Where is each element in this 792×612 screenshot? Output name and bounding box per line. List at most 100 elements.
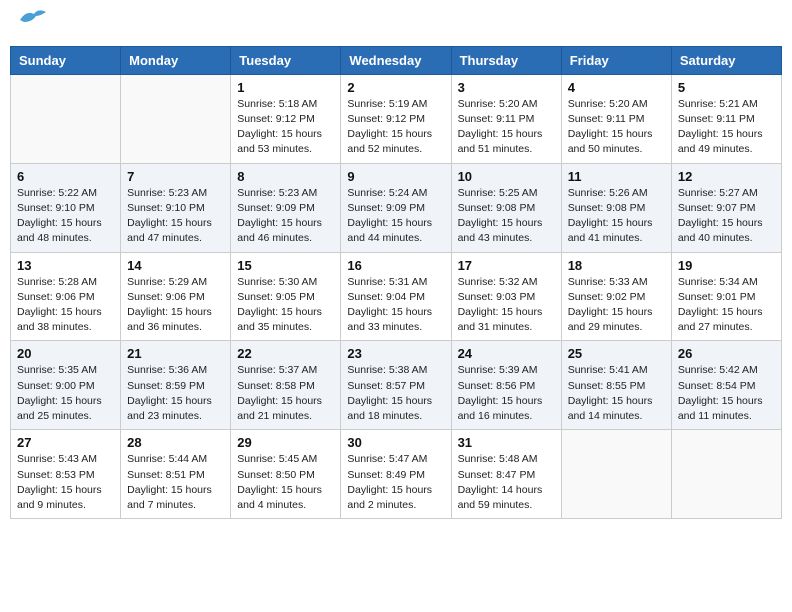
day-detail: Sunrise: 5:35 AMSunset: 9:00 PMDaylight:… (17, 364, 102, 422)
weekday-header-monday: Monday (121, 46, 231, 74)
calendar-cell: 29 Sunrise: 5:45 AMSunset: 8:50 PMDaylig… (231, 430, 341, 519)
day-detail: Sunrise: 5:38 AMSunset: 8:57 PMDaylight:… (347, 364, 432, 422)
day-detail: Sunrise: 5:39 AMSunset: 8:56 PMDaylight:… (458, 364, 543, 422)
calendar-week-row: 13 Sunrise: 5:28 AMSunset: 9:06 PMDaylig… (11, 252, 782, 341)
weekday-header-friday: Friday (561, 46, 671, 74)
day-detail: Sunrise: 5:25 AMSunset: 9:08 PMDaylight:… (458, 187, 543, 245)
day-detail: Sunrise: 5:21 AMSunset: 9:11 PMDaylight:… (678, 98, 763, 156)
day-number: 15 (237, 258, 334, 273)
day-detail: Sunrise: 5:27 AMSunset: 9:07 PMDaylight:… (678, 187, 763, 245)
calendar-cell: 22 Sunrise: 5:37 AMSunset: 8:58 PMDaylig… (231, 341, 341, 430)
day-detail: Sunrise: 5:37 AMSunset: 8:58 PMDaylight:… (237, 364, 322, 422)
day-detail: Sunrise: 5:29 AMSunset: 9:06 PMDaylight:… (127, 276, 212, 334)
day-detail: Sunrise: 5:20 AMSunset: 9:11 PMDaylight:… (458, 98, 543, 156)
calendar-cell: 7 Sunrise: 5:23 AMSunset: 9:10 PMDayligh… (121, 163, 231, 252)
calendar-cell: 6 Sunrise: 5:22 AMSunset: 9:10 PMDayligh… (11, 163, 121, 252)
calendar-cell (561, 430, 671, 519)
day-detail: Sunrise: 5:45 AMSunset: 8:50 PMDaylight:… (237, 453, 322, 511)
day-number: 18 (568, 258, 665, 273)
day-number: 25 (568, 346, 665, 361)
day-number: 8 (237, 169, 334, 184)
calendar-cell: 11 Sunrise: 5:26 AMSunset: 9:08 PMDaylig… (561, 163, 671, 252)
weekday-header-tuesday: Tuesday (231, 46, 341, 74)
weekday-header-thursday: Thursday (451, 46, 561, 74)
day-detail: Sunrise: 5:36 AMSunset: 8:59 PMDaylight:… (127, 364, 212, 422)
calendar-cell: 12 Sunrise: 5:27 AMSunset: 9:07 PMDaylig… (671, 163, 781, 252)
calendar-cell: 13 Sunrise: 5:28 AMSunset: 9:06 PMDaylig… (11, 252, 121, 341)
calendar-cell: 10 Sunrise: 5:25 AMSunset: 9:08 PMDaylig… (451, 163, 561, 252)
calendar-header-row: SundayMondayTuesdayWednesdayThursdayFrid… (11, 46, 782, 74)
day-number: 17 (458, 258, 555, 273)
logo-bird-icon (18, 8, 48, 30)
day-detail: Sunrise: 5:43 AMSunset: 8:53 PMDaylight:… (17, 453, 102, 511)
calendar-cell: 16 Sunrise: 5:31 AMSunset: 9:04 PMDaylig… (341, 252, 451, 341)
day-detail: Sunrise: 5:47 AMSunset: 8:49 PMDaylight:… (347, 453, 432, 511)
calendar-cell: 20 Sunrise: 5:35 AMSunset: 9:00 PMDaylig… (11, 341, 121, 430)
day-number: 14 (127, 258, 224, 273)
day-detail: Sunrise: 5:33 AMSunset: 9:02 PMDaylight:… (568, 276, 653, 334)
calendar-cell: 15 Sunrise: 5:30 AMSunset: 9:05 PMDaylig… (231, 252, 341, 341)
day-number: 27 (17, 435, 114, 450)
calendar-cell: 24 Sunrise: 5:39 AMSunset: 8:56 PMDaylig… (451, 341, 561, 430)
calendar-cell (11, 74, 121, 163)
calendar-week-row: 20 Sunrise: 5:35 AMSunset: 9:00 PMDaylig… (11, 341, 782, 430)
day-number: 28 (127, 435, 224, 450)
calendar-cell: 28 Sunrise: 5:44 AMSunset: 8:51 PMDaylig… (121, 430, 231, 519)
calendar-cell: 19 Sunrise: 5:34 AMSunset: 9:01 PMDaylig… (671, 252, 781, 341)
calendar-cell (121, 74, 231, 163)
calendar-cell: 4 Sunrise: 5:20 AMSunset: 9:11 PMDayligh… (561, 74, 671, 163)
day-number: 30 (347, 435, 444, 450)
day-detail: Sunrise: 5:30 AMSunset: 9:05 PMDaylight:… (237, 276, 322, 334)
calendar-table: SundayMondayTuesdayWednesdayThursdayFrid… (10, 46, 782, 519)
calendar-week-row: 1 Sunrise: 5:18 AMSunset: 9:12 PMDayligh… (11, 74, 782, 163)
day-detail: Sunrise: 5:44 AMSunset: 8:51 PMDaylight:… (127, 453, 212, 511)
day-detail: Sunrise: 5:23 AMSunset: 9:10 PMDaylight:… (127, 187, 212, 245)
calendar-cell: 26 Sunrise: 5:42 AMSunset: 8:54 PMDaylig… (671, 341, 781, 430)
day-number: 3 (458, 80, 555, 95)
weekday-header-sunday: Sunday (11, 46, 121, 74)
calendar-cell (671, 430, 781, 519)
calendar-cell: 5 Sunrise: 5:21 AMSunset: 9:11 PMDayligh… (671, 74, 781, 163)
calendar-cell: 14 Sunrise: 5:29 AMSunset: 9:06 PMDaylig… (121, 252, 231, 341)
day-number: 13 (17, 258, 114, 273)
day-detail: Sunrise: 5:24 AMSunset: 9:09 PMDaylight:… (347, 187, 432, 245)
day-number: 19 (678, 258, 775, 273)
day-number: 4 (568, 80, 665, 95)
day-detail: Sunrise: 5:19 AMSunset: 9:12 PMDaylight:… (347, 98, 432, 156)
day-detail: Sunrise: 5:23 AMSunset: 9:09 PMDaylight:… (237, 187, 322, 245)
day-detail: Sunrise: 5:32 AMSunset: 9:03 PMDaylight:… (458, 276, 543, 334)
day-number: 24 (458, 346, 555, 361)
calendar-cell: 8 Sunrise: 5:23 AMSunset: 9:09 PMDayligh… (231, 163, 341, 252)
day-number: 11 (568, 169, 665, 184)
logo (16, 14, 48, 34)
day-detail: Sunrise: 5:34 AMSunset: 9:01 PMDaylight:… (678, 276, 763, 334)
calendar-cell: 27 Sunrise: 5:43 AMSunset: 8:53 PMDaylig… (11, 430, 121, 519)
day-number: 12 (678, 169, 775, 184)
calendar-cell: 31 Sunrise: 5:48 AMSunset: 8:47 PMDaylig… (451, 430, 561, 519)
day-detail: Sunrise: 5:28 AMSunset: 9:06 PMDaylight:… (17, 276, 102, 334)
day-detail: Sunrise: 5:18 AMSunset: 9:12 PMDaylight:… (237, 98, 322, 156)
day-detail: Sunrise: 5:31 AMSunset: 9:04 PMDaylight:… (347, 276, 432, 334)
day-number: 9 (347, 169, 444, 184)
day-number: 26 (678, 346, 775, 361)
calendar-cell: 18 Sunrise: 5:33 AMSunset: 9:02 PMDaylig… (561, 252, 671, 341)
calendar-cell: 2 Sunrise: 5:19 AMSunset: 9:12 PMDayligh… (341, 74, 451, 163)
day-number: 1 (237, 80, 334, 95)
day-detail: Sunrise: 5:48 AMSunset: 8:47 PMDaylight:… (458, 453, 543, 511)
weekday-header-saturday: Saturday (671, 46, 781, 74)
day-number: 7 (127, 169, 224, 184)
day-detail: Sunrise: 5:22 AMSunset: 9:10 PMDaylight:… (17, 187, 102, 245)
calendar-cell: 21 Sunrise: 5:36 AMSunset: 8:59 PMDaylig… (121, 341, 231, 430)
day-detail: Sunrise: 5:20 AMSunset: 9:11 PMDaylight:… (568, 98, 653, 156)
calendar-cell: 25 Sunrise: 5:41 AMSunset: 8:55 PMDaylig… (561, 341, 671, 430)
day-number: 2 (347, 80, 444, 95)
calendar-week-row: 27 Sunrise: 5:43 AMSunset: 8:53 PMDaylig… (11, 430, 782, 519)
day-number: 22 (237, 346, 334, 361)
weekday-header-wednesday: Wednesday (341, 46, 451, 74)
page-header (10, 10, 782, 38)
day-detail: Sunrise: 5:41 AMSunset: 8:55 PMDaylight:… (568, 364, 653, 422)
calendar-cell: 30 Sunrise: 5:47 AMSunset: 8:49 PMDaylig… (341, 430, 451, 519)
day-number: 6 (17, 169, 114, 184)
day-number: 29 (237, 435, 334, 450)
day-number: 10 (458, 169, 555, 184)
